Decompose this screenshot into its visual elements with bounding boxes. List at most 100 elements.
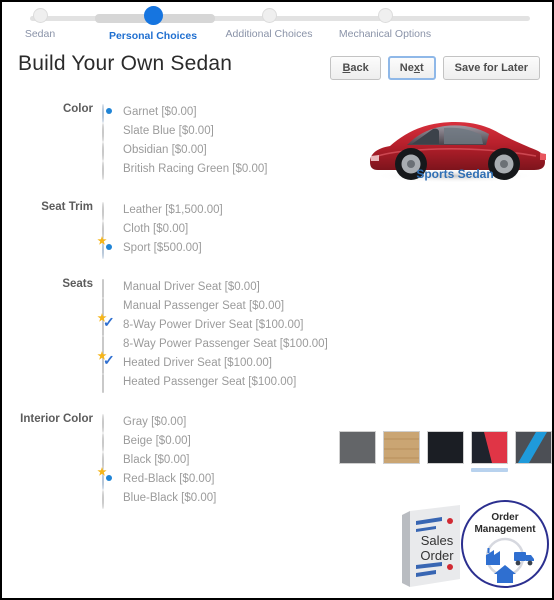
section-seats: Seats Manual Driver Seat [$0.00] Manual …	[2, 277, 328, 393]
option-british-racing-green[interactable]: British Racing Green [$0.00]	[102, 159, 268, 180]
section-seat-trim: Seat Trim Leather [$1,500.00] Cloth [$0.…	[2, 200, 223, 259]
step-personal-choices[interactable]: Personal Choices	[88, 6, 218, 42]
back-button[interactable]: Back	[330, 56, 381, 81]
option-label: Sport [$500.00]	[123, 241, 202, 254]
option-label: 8-Way Power Passenger Seat [$100.00]	[123, 337, 328, 350]
sales-order-line1: Sales	[420, 533, 454, 548]
checkbox-icon[interactable]: ✓	[97, 312, 116, 336]
swatch-blue-black[interactable]	[515, 431, 552, 472]
step-mechanical-options[interactable]: Mechanical Options	[320, 8, 450, 40]
next-button[interactable]: Next	[387, 56, 436, 81]
step-additional-choices[interactable]: Additional Choices	[204, 8, 334, 40]
radio-icon[interactable]	[97, 466, 116, 490]
option-red-black[interactable]: Red-Black [$0.00]	[97, 466, 216, 490]
section-interior-color: Interior Color Gray [$0.00] Beige [$0.00…	[2, 412, 217, 509]
option-slate-blue[interactable]: Slate Blue [$0.00]	[102, 121, 267, 142]
option-label: Leather [$1,500.00]	[123, 203, 223, 216]
option-black[interactable]: Black [$0.00]	[102, 450, 216, 471]
swatch-red-black[interactable]	[471, 431, 508, 472]
option-sport[interactable]: Sport [$500.00]	[97, 235, 223, 259]
radio-icon[interactable]	[102, 432, 116, 452]
option-label: British Racing Green [$0.00]	[123, 162, 268, 175]
progress-step-bar: Sedan Personal Choices Additional Choice…	[2, 2, 552, 48]
checkbox-icon[interactable]: ✓	[97, 350, 116, 374]
step-dot-icon	[261, 8, 277, 23]
section-color: Color Garnet [$0.00] Slate Blue [$0.00] …	[2, 102, 268, 180]
toolbar: Back Next Save for Later	[330, 56, 540, 81]
checkbox-icon[interactable]	[102, 335, 116, 355]
option-beige[interactable]: Beige [$0.00]	[102, 431, 216, 452]
section-label-color: Color	[62, 103, 93, 115]
option-manual-driver-seat[interactable]: Manual Driver Seat [$0.00]	[102, 277, 328, 298]
option-label: Manual Driver Seat [$0.00]	[123, 280, 260, 293]
radio-icon[interactable]	[102, 489, 116, 509]
checkbox-icon[interactable]	[102, 373, 116, 393]
section-label-seat-trim: Seat Trim	[41, 201, 93, 213]
option-label: Beige [$0.00]	[123, 434, 191, 447]
checkmark-icon: ✓	[103, 313, 115, 330]
option-garnet[interactable]: Garnet [$0.00]	[102, 102, 267, 123]
blue-black-leather-icon	[516, 432, 551, 463]
radio-icon[interactable]	[97, 235, 116, 259]
option-manual-passenger-seat[interactable]: Manual Passenger Seat [$0.00]	[102, 296, 328, 317]
swatch-selected-underline	[339, 468, 376, 472]
radio-icon[interactable]	[102, 201, 116, 221]
car-preview-caption: Sports Sedan	[416, 167, 494, 181]
option-label: Blue-Black [$0.00]	[123, 491, 217, 504]
gray-leather-icon	[340, 432, 375, 463]
radio-icon[interactable]	[102, 160, 116, 180]
checkbox-icon[interactable]	[102, 278, 116, 298]
seat-trim-radio-group: Leather [$1,500.00] Cloth [$0.00] Sport …	[97, 200, 223, 259]
option-label: Heated Driver Seat [$100.00]	[123, 356, 272, 369]
step-dot-icon	[143, 6, 163, 25]
option-heated-passenger-seat[interactable]: Heated Passenger Seat [$100.00]	[102, 372, 328, 393]
sales-order-label: Sales Order	[408, 533, 466, 563]
option-cloth[interactable]: Cloth [$0.00]	[102, 219, 223, 240]
interior-color-radio-group: Gray [$0.00] Beige [$0.00] Black [$0.00]…	[97, 412, 217, 509]
save-for-later-button[interactable]: Save for Later	[442, 56, 540, 81]
option-label: Black [$0.00]	[123, 453, 190, 466]
swatch-selected-underline	[427, 468, 464, 472]
section-label-interior-color: Interior Color	[20, 413, 93, 425]
option-obsidian[interactable]: Obsidian [$0.00]	[102, 140, 267, 161]
step-dot-icon	[32, 8, 48, 23]
radio-icon[interactable]	[102, 413, 116, 433]
swatch-beige[interactable]	[383, 431, 420, 472]
build-your-own-sedan-page: Sedan Personal Choices Additional Choice…	[0, 0, 554, 600]
swatch-black[interactable]	[427, 431, 464, 472]
next-label-end: t	[419, 62, 424, 74]
option-label: Heated Passenger Seat [$100.00]	[123, 375, 297, 388]
radio-icon[interactable]	[102, 451, 116, 471]
option-heated-driver-seat[interactable]: ✓ Heated Driver Seat [$100.00]	[97, 350, 328, 374]
option-label: Cloth [$0.00]	[123, 222, 189, 235]
swatch-gray[interactable]	[339, 431, 376, 472]
radio-icon[interactable]	[102, 141, 116, 161]
option-8-way-power-passenger-seat[interactable]: 8-Way Power Passenger Seat [$100.00]	[102, 334, 328, 355]
checkbox-icon[interactable]	[102, 297, 116, 317]
order-management-line1: Order	[491, 512, 519, 523]
radio-icon[interactable]	[102, 220, 116, 240]
option-label: Garnet [$0.00]	[123, 105, 197, 118]
radio-icon[interactable]	[102, 122, 116, 142]
option-gray[interactable]: Gray [$0.00]	[102, 412, 216, 433]
radio-icon[interactable]	[102, 103, 116, 123]
option-blue-black[interactable]: Blue-Black [$0.00]	[102, 488, 217, 509]
order-management-line2: Management	[474, 524, 536, 535]
seats-checkbox-group: Manual Driver Seat [$0.00] Manual Passen…	[97, 277, 328, 393]
option-label: Slate Blue [$0.00]	[123, 124, 214, 137]
option-8-way-power-driver-seat[interactable]: ✓ 8-Way Power Driver Seat [$100.00]	[97, 312, 328, 336]
swatch-selected-underline	[515, 468, 552, 472]
option-leather[interactable]: Leather [$1,500.00]	[102, 200, 223, 221]
beige-leather-icon	[384, 432, 419, 463]
option-label: Manual Passenger Seat [$0.00]	[123, 299, 285, 312]
next-label-start: Ne	[399, 62, 414, 74]
step-dot-icon	[377, 8, 393, 23]
black-leather-icon	[428, 432, 463, 463]
back-label-rest: ack	[350, 62, 369, 74]
swatch-selected-underline	[383, 468, 420, 472]
section-label-seats: Seats	[62, 278, 93, 290]
step-label: Additional Choices	[225, 28, 313, 40]
swatch-selected-underline	[471, 468, 508, 472]
option-label: Gray [$0.00]	[123, 415, 187, 428]
step-label: Personal Choices	[108, 30, 198, 42]
